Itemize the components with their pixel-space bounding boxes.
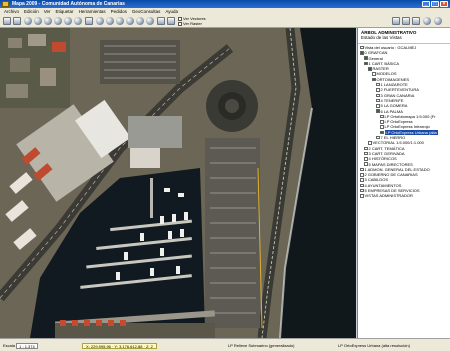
scale-group: Escala 1 : 1.374 [3,339,38,351]
maximize-button[interactable]: □ [431,1,439,7]
panel-subtitle: Estado de las Vistas [361,35,402,40]
status-bar: Escala 1 : 1.374 X: 229.995,96 · Y: 3.17… [0,338,450,351]
tree-item-checkbox[interactable] [380,125,384,129]
menu-geoconsultas[interactable]: GeoConsultas [132,8,161,15]
scale-label: Escala [3,343,16,348]
layers-icon[interactable] [157,17,165,25]
zoom-out-icon[interactable] [34,17,42,25]
coords-group: X: 229.995,96 · Y: 3.176.612,88 · Z: 2 [82,339,157,351]
grid-icon[interactable] [392,17,400,25]
menu-archivo[interactable]: Archivo [4,8,19,15]
tree-item[interactable]: VISTAS ADMINISTRADOR [360,193,448,198]
tree-item-checkbox[interactable] [376,93,380,98]
zoom-extent-icon[interactable] [64,17,72,25]
coordinates-readout: X: 229.995,96 · Y: 3.176.612,88 · Z: 2 [82,342,157,349]
tree-item-checkbox[interactable] [360,194,364,198]
select-icon[interactable] [136,17,144,25]
tree-item-label: VISTAS ADMINISTRADOR [364,193,413,199]
tree-item-checkbox[interactable] [376,88,380,92]
back-icon[interactable] [96,17,104,25]
refresh-icon[interactable] [74,17,82,25]
forward-icon[interactable] [106,17,114,25]
active-layer-1: LP Relieve Submarino (generalizado) [228,343,295,348]
ver-vectores-checkbox[interactable] [178,16,182,21]
tree-item-checkbox[interactable] [372,72,376,76]
tree-item-checkbox[interactable] [360,167,364,172]
tree-item-checkbox[interactable] [376,98,380,103]
scale-input[interactable]: 1 : 1.374 [16,342,38,349]
zoom-window-icon[interactable] [44,17,52,25]
window-title: Mapa 2009 - Comunidad Autónoma de Canari… [12,1,125,7]
globe-icon[interactable] [423,17,431,25]
tree-item-checkbox[interactable] [360,45,364,50]
measure-icon[interactable] [116,17,124,25]
tree-item-checkbox[interactable] [368,141,372,145]
tree-item-checkbox[interactable] [380,120,384,124]
menu-herramientas[interactable]: Herramientas [79,8,106,15]
ver-raster-label: Ver Raster [183,21,202,26]
tree-item-checkbox[interactable] [360,51,364,55]
menu-bar: Archivo Edición Ver Etiquetar Herramient… [0,8,450,15]
app-icon [2,1,9,7]
save-icon[interactable] [13,17,21,25]
zoom-in-icon[interactable] [24,17,32,25]
search-icon[interactable] [146,17,154,25]
tree-item-checkbox[interactable] [364,146,368,151]
ver-raster-checkbox[interactable] [178,21,182,26]
layer-tree: Vista del usuario : GCALMEJ 0 GRAFCAN Gene… [358,44,450,200]
menu-ver[interactable]: Ver [44,8,51,15]
tree-item-checkbox[interactable] [376,109,380,113]
help-icon[interactable] [434,17,442,25]
tree-item-checkbox[interactable] [364,157,368,161]
tree-item-checkbox[interactable] [376,82,380,87]
settings-icon[interactable] [167,17,175,25]
print-icon[interactable] [85,17,93,25]
tree-item-checkbox[interactable] [380,114,384,119]
ver-raster-toggle[interactable]: Ver Raster [178,21,206,26]
menu-edicion[interactable]: Edición [24,8,39,15]
tree-item-checkbox[interactable] [364,61,368,66]
tree-item-checkbox[interactable] [376,135,380,140]
map-view[interactable] [0,28,356,338]
menu-ayuda[interactable]: Ayuda [165,8,178,15]
tree-item-checkbox[interactable] [360,183,364,188]
menu-pedidos[interactable]: Pedidos [111,8,127,15]
admin-tree-panel: ÁRBOL ADMINISTRATIVO Estado de las Vista… [357,28,450,338]
tree-item-checkbox[interactable] [360,173,364,177]
tree-item-checkbox[interactable] [364,162,368,166]
export-icon[interactable] [412,17,420,25]
menu-etiquetar[interactable]: Etiquetar [56,8,74,15]
orthophoto [0,28,356,338]
pan-icon[interactable] [54,17,62,25]
tree-item-checkbox[interactable] [376,104,380,108]
tree-item-checkbox[interactable] [368,67,372,71]
legend-icon[interactable] [402,17,410,25]
tree-item-checkbox[interactable] [364,151,368,156]
close-button[interactable]: × [440,1,448,7]
tree-item-checkbox[interactable] [364,56,368,60]
toolbar: Ver Vectores Ver Raster [0,15,450,28]
active-layer-2: LP OrtoExpress Urbana (alta resolución) [338,343,410,348]
view-toggles: Ver Vectores Ver Raster [178,16,206,26]
tree-item-checkbox[interactable] [360,178,364,182]
tree-item-checkbox[interactable] [372,77,376,82]
open-icon[interactable] [3,17,11,25]
tree-item-checkbox[interactable] [360,188,364,193]
title-bar: Mapa 2009 - Comunidad Autónoma de Canari… [0,0,450,8]
tree-item-checkbox[interactable] [380,130,384,135]
minimize-button[interactable]: _ [422,1,430,7]
info-icon[interactable] [126,17,134,25]
